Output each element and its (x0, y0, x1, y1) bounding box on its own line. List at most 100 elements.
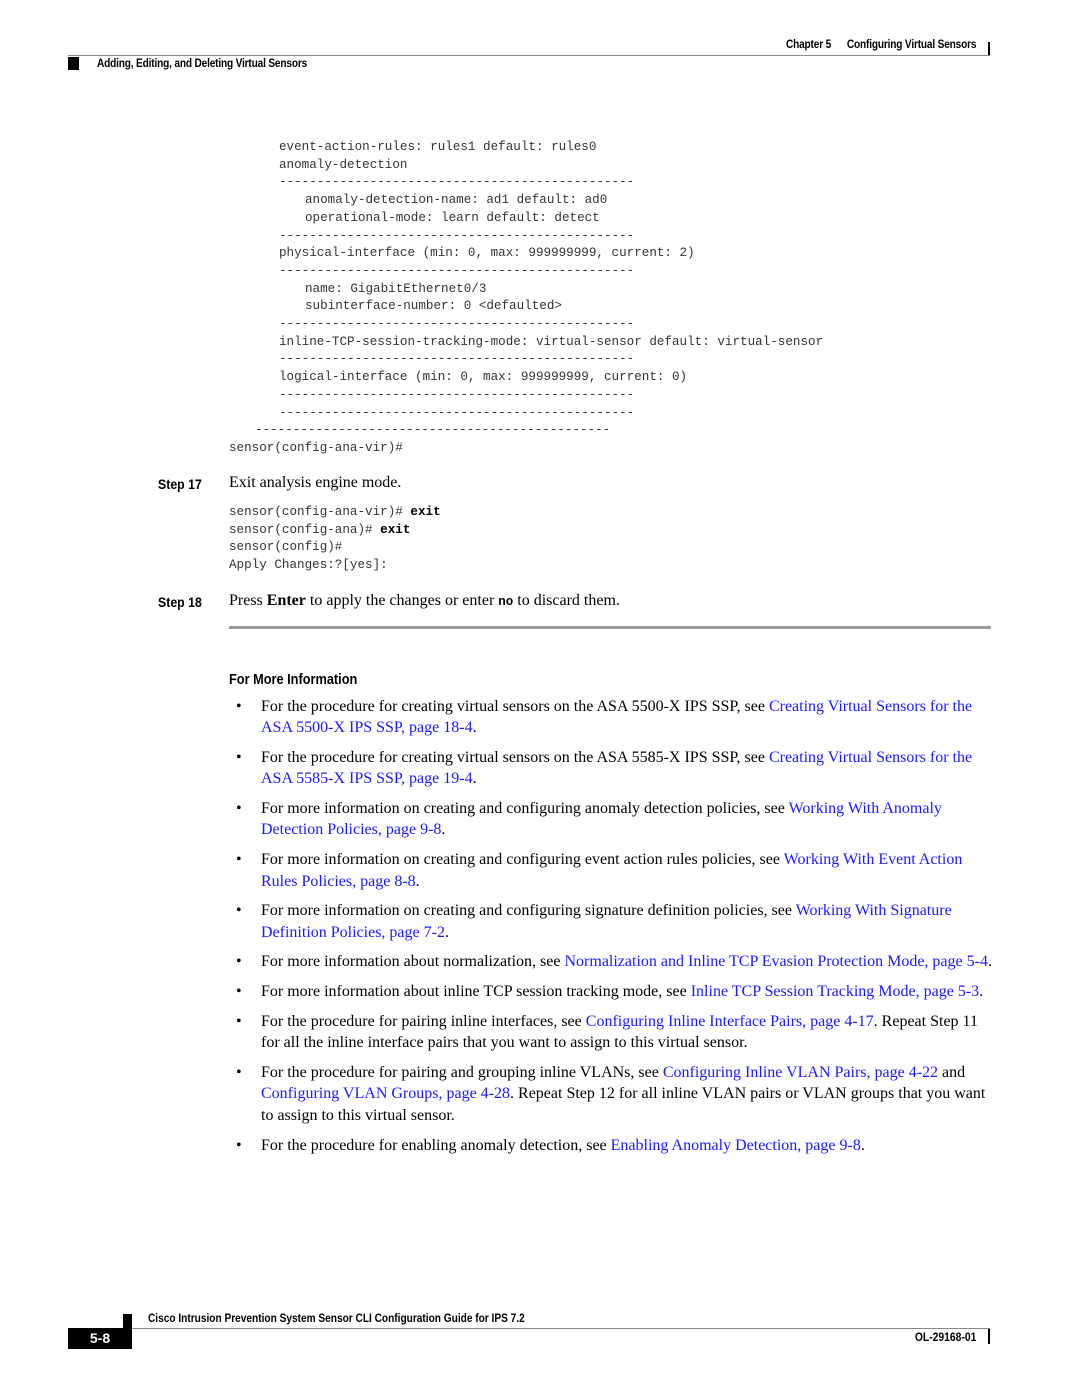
cli-output-line: subinterface-number: 0 <defaulted> (305, 299, 562, 314)
cli-output-line: ----------------------------------------… (279, 317, 635, 332)
cli-output-line: logical-interface (min: 0, max: 99999999… (279, 370, 688, 385)
bullet-icon: • (236, 1064, 242, 1082)
cli-command: exit (410, 505, 441, 519)
cli-prompt: sensor(config)# (229, 540, 343, 555)
list-item: • For the procedure for creating virtual … (229, 747, 999, 790)
list-item-text: . (979, 983, 984, 1001)
step-18-text-part: to discard them. (513, 592, 620, 609)
step-18-enter-key: Enter (266, 592, 306, 609)
footer-rule (132, 1328, 990, 1329)
cli-line: sensor(config-ana)# exit (229, 522, 441, 540)
cross-reference-link[interactable]: Configuring VLAN Groups, page 4-28 (261, 1085, 510, 1102)
list-item-text: For the procedure for enabling anomaly d… (261, 1136, 611, 1154)
step-18-no-command: no (498, 595, 514, 609)
cli-output-line: ----------------------------------------… (255, 423, 611, 438)
list-item-text: . (444, 923, 449, 941)
chapter-title: Configuring Virtual Sensors (846, 39, 977, 51)
cli-output-line: ----------------------------------------… (279, 175, 635, 190)
bullet-icon: • (236, 1013, 242, 1031)
list-item-text: . (472, 770, 477, 788)
list-item: • For the procedure for enabling anomaly … (229, 1135, 999, 1156)
list-item: • For more information on creating and co… (229, 849, 999, 892)
cli-output-line: ----------------------------------------… (279, 352, 635, 367)
for-more-information-list: • For the procedure for creating virtual … (229, 696, 999, 1164)
bullet-icon: • (236, 851, 242, 869)
chapter-label: Chapter 5 (785, 39, 831, 51)
list-item: • For more information on creating and co… (229, 798, 999, 841)
bullet-icon: • (236, 983, 242, 1001)
cross-reference-link[interactable]: Configuring Inline Interface Pairs, page… (586, 1013, 874, 1030)
list-item-text: For more information about normalization… (261, 953, 565, 971)
list-item-text: . (472, 719, 477, 737)
cli-output-line: ----------------------------------------… (279, 263, 635, 278)
cli-output-line: anomaly-detection-name: ad1 default: ad0 (305, 193, 608, 208)
procedure-end-rule (229, 626, 991, 629)
list-item-text: . (860, 1136, 865, 1154)
list-item: • For the procedure for pairing and group… (229, 1062, 999, 1126)
cli-output-block: event-action-rules: rules1 default: rule… (229, 139, 823, 458)
cli-output-line: operational-mode: learn default: detect (305, 210, 600, 225)
list-item-text: For the procedure for pairing and groupi… (261, 1064, 663, 1082)
cross-reference-link[interactable]: Configuring Inline VLAN Pairs, page 4-22 (663, 1064, 938, 1081)
document-number: OL-29168-01 (914, 1332, 976, 1344)
list-item: • For more information on creating and co… (229, 900, 999, 943)
cli-line: Apply Changes:?[yes]: (229, 557, 441, 575)
cli-line: sensor(config-ana-vir)# exit (229, 504, 441, 522)
cli-output-line: event-action-rules: rules1 default: rule… (279, 140, 597, 154)
cross-reference-link[interactable]: Enabling Anomaly Detection, page 9-8 (611, 1137, 861, 1154)
cli-output-line: sensor(config-ana-vir)# (229, 440, 403, 455)
step-17-label: Step 17 (158, 476, 202, 492)
cli-output-line: ----------------------------------------… (279, 228, 635, 243)
step-18-text: Press Enter to apply the changes or ente… (229, 592, 620, 610)
list-item: • For more information about normalizatio… (229, 951, 999, 972)
bullet-icon: • (236, 1136, 242, 1154)
bullet-icon: • (236, 800, 242, 818)
list-item-text: For more information on creating and con… (261, 800, 789, 818)
header-rule (68, 55, 990, 56)
cross-reference-link[interactable]: Normalization and Inline TCP Evasion Pro… (564, 953, 987, 970)
step-17-text: Exit analysis engine mode. (229, 474, 402, 491)
for-more-information-heading: For More Information (229, 672, 358, 688)
cli-output-line: ----------------------------------------… (279, 387, 635, 402)
list-item-text: . (415, 872, 420, 890)
cli-output-line: physical-interface (min: 0, max: 9999999… (279, 246, 695, 261)
step-18-text-part: Press (229, 592, 267, 609)
list-item-text: . (441, 821, 446, 839)
cli-prompt: Apply Changes:?[yes]: (229, 558, 388, 573)
footer-vertical-bar (988, 1329, 990, 1344)
running-header-chapter: Chapter 5 Configuring Virtual Sensors (785, 39, 977, 51)
cli-prompt: sensor(config-ana)# (229, 522, 381, 537)
list-item-text: For more information on creating and con… (261, 851, 784, 869)
cli-line: sensor(config)# (229, 539, 441, 557)
list-item: • For the procedure for pairing inline in… (229, 1011, 999, 1054)
list-item-text: For more information on creating and con… (261, 902, 796, 920)
list-item-text: For the procedure for creating virtual s… (261, 749, 769, 767)
step-17-cli-block: sensor(config-ana-vir)# exit sensor(confi… (229, 504, 441, 575)
list-item: • For the procedure for creating virtual … (229, 696, 999, 739)
footer-guide-title: Cisco Intrusion Prevention System Sensor… (148, 1313, 525, 1325)
list-item: • For more information about inline TCP s… (229, 981, 999, 1002)
bullet-icon: • (236, 698, 242, 715)
bullet-icon: • (236, 953, 242, 971)
step-18-text-part: to apply the changes or enter (305, 592, 499, 609)
cli-command: exit (380, 522, 411, 537)
cli-output-line: name: GigabitEthernet0/3 (305, 281, 487, 296)
list-item-text: For the procedure for pairing inline int… (261, 1013, 586, 1031)
step-18-label: Step 18 (158, 594, 202, 610)
list-item-text: For more information about inline TCP se… (261, 983, 691, 1001)
footer-marker (123, 1314, 132, 1328)
header-vertical-bar (988, 42, 990, 56)
page-number: 5-8 (68, 1328, 132, 1349)
cli-output-line: inline-TCP-session-tracking-mode: virtua… (279, 334, 824, 349)
bullet-icon: • (236, 749, 242, 767)
section-title: Adding, Editing, and Deleting Virtual Se… (97, 58, 308, 70)
cross-reference-link[interactable]: Inline TCP Session Tracking Mode, page 5… (691, 983, 979, 1000)
cli-prompt: sensor(config-ana-vir)# (229, 505, 411, 519)
cli-output-line: ----------------------------------------… (279, 405, 635, 420)
list-item-text: For the procedure for creating virtual s… (261, 698, 769, 715)
cli-output-line: anomaly-detection (279, 157, 408, 172)
list-item-text: . (987, 953, 992, 971)
list-item-text: and (938, 1064, 966, 1082)
bullet-icon: • (236, 902, 242, 920)
header-section-marker (68, 57, 79, 70)
